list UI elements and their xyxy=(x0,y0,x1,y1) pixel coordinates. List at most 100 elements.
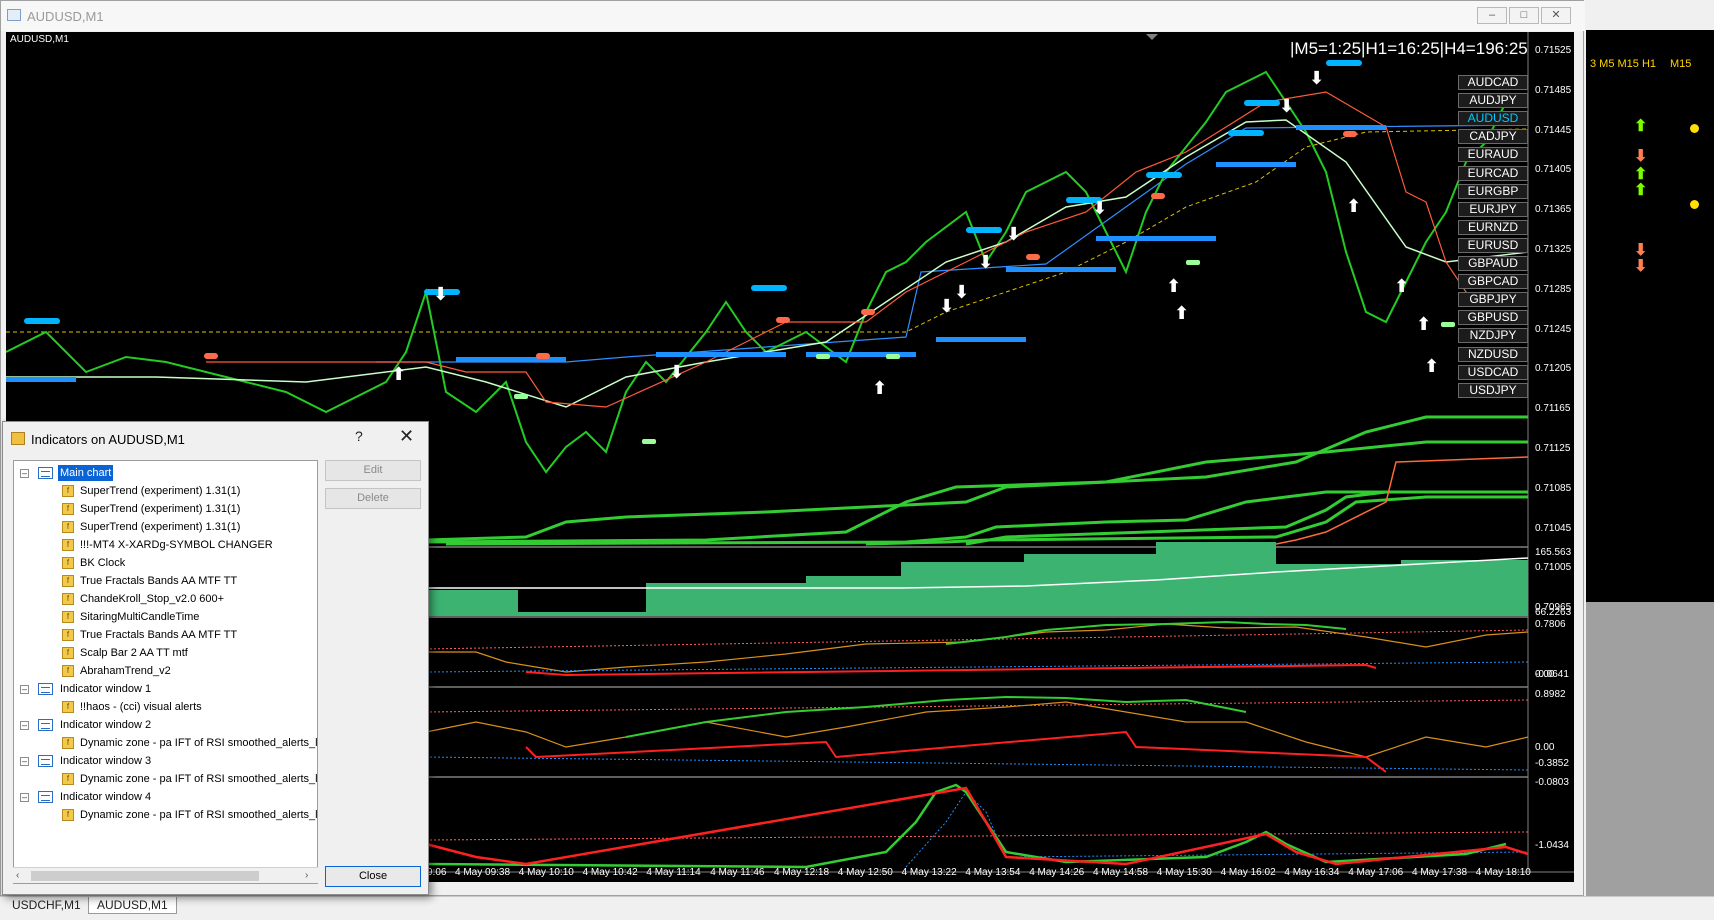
tree-node-label: BK Clock xyxy=(80,557,126,569)
tree-window-node[interactable]: – Indicator window 4 xyxy=(14,789,314,805)
indicator-icon: f xyxy=(62,701,74,713)
delete-button[interactable]: Delete xyxy=(325,488,421,509)
symbol-button-audusd[interactable]: AUDUSD xyxy=(1458,111,1528,127)
tree-node-label: Scalp Bar 2 AA TT mtf xyxy=(80,647,188,659)
symbol-button-euraud[interactable]: EURAUD xyxy=(1458,147,1528,163)
price-label: 0.71285 xyxy=(1535,283,1572,295)
symbol-button-eurnzd[interactable]: EURNZD xyxy=(1458,219,1528,235)
chart-shift-marker[interactable] xyxy=(1146,34,1158,40)
mtf-panel-header-right: M15 xyxy=(1670,58,1692,70)
symbol-button-nzdusd[interactable]: NZDUSD xyxy=(1458,346,1528,362)
ift-rsi-red xyxy=(525,663,1377,677)
tree-collapse-icon[interactable]: – xyxy=(20,793,29,802)
time-label: 4 May 13:54 xyxy=(965,867,1021,878)
symbol-button-nzdjpy[interactable]: NZDJPY xyxy=(1458,328,1528,344)
tree-collapse-icon[interactable]: – xyxy=(20,757,29,766)
window-title: AUDUSD,M1 xyxy=(27,9,104,24)
symbol-button-gbpaud[interactable]: GBPAUD xyxy=(1458,256,1528,271)
symbol-button-audjpy[interactable]: AUDJPY xyxy=(1458,93,1528,109)
scroll-left-icon[interactable]: ‹ xyxy=(16,870,19,881)
indicator-icon: f xyxy=(62,485,74,497)
dialog-close-icon[interactable]: ✕ xyxy=(399,426,414,447)
time-label: 4 May 17:06 xyxy=(1348,867,1404,878)
chart-window-icon xyxy=(38,791,53,803)
price-label: 0.71005 xyxy=(1535,562,1572,574)
tree-indicator-node[interactable]: f True Fractals Bands AA MTF TT xyxy=(14,573,314,589)
subwindow-scale-label: 66.2263 xyxy=(1535,607,1572,618)
tab-usdchf[interactable]: USDCHF,M1 xyxy=(4,897,89,914)
scroll-right-icon[interactable]: › xyxy=(305,870,308,881)
symbol-button-eurgbp[interactable]: EURGBP xyxy=(1458,183,1528,199)
tree-indicator-node[interactable]: f AbrahamTrend_v2 xyxy=(14,663,314,679)
minimize-button[interactable]: – xyxy=(1477,7,1507,24)
tree-window-node[interactable]: – Main chart xyxy=(14,465,314,481)
arrow-down-icon: ⬇ xyxy=(1634,258,1648,275)
tree-node-label: Dynamic zone - pa IFT of RSI smoothed_al… xyxy=(80,737,318,749)
indicators-dialog: Indicators on AUDUSD,M1 ? ✕ – Main chart f… xyxy=(2,421,429,895)
symbol-button-gbpjpy[interactable]: GBPJPY xyxy=(1458,292,1528,308)
tree-indicator-node[interactable]: f Dynamic zone - pa IFT of RSI smoothed_a… xyxy=(14,807,317,823)
edit-button[interactable]: Edit xyxy=(325,460,421,481)
close-button[interactable]: ✕ xyxy=(1541,7,1571,24)
chart-symbol-label: AUDUSD,M1 xyxy=(10,34,69,45)
symbol-button-gbpcad[interactable]: GBPCAD xyxy=(1458,274,1528,290)
svg-text:⬆: ⬆ xyxy=(1424,356,1439,377)
tree-window-node[interactable]: – Indicator window 2 xyxy=(14,717,314,733)
tree-indicator-node[interactable]: f SuperTrend (experiment) 1.31(1) xyxy=(14,483,314,499)
symbol-button-eurjpy[interactable]: EURJPY xyxy=(1458,201,1528,217)
tree-indicator-node[interactable]: f SuperTrend (experiment) 1.31(1) xyxy=(14,501,314,517)
tree-collapse-icon[interactable]: – xyxy=(20,721,29,730)
tree-horizontal-scrollbar[interactable]: ‹ › xyxy=(13,867,318,883)
indicator-icon: f xyxy=(62,593,74,605)
svg-text:⬇: ⬇ xyxy=(939,296,954,317)
close-dialog-button[interactable]: Close xyxy=(325,866,421,887)
tree-indicator-node[interactable]: f SitaringMultiCandleTime xyxy=(14,609,314,625)
symbol-button-usdcad[interactable]: USDCAD xyxy=(1458,364,1528,380)
signal-arrows: ⬆ ⬇ ⬇ ⬆ ⬇ ⬇ ⬇ ⬇ ⬇ ⬆ ⬆ ⬇ ⬇ ⬆ ⬆ ⬆ ⬆ xyxy=(391,68,1439,399)
tab-audusd[interactable]: AUDUSD,M1 xyxy=(88,897,177,914)
tree-indicator-node[interactable]: f !!!-MT4 X-XARDg-SYMBOL CHANGER xyxy=(14,537,314,553)
time-label: 4 May 10:42 xyxy=(582,867,638,878)
tree-indicator-node[interactable]: f Dynamic zone - pa IFT of RSI smoothed_a… xyxy=(14,735,317,751)
symbol-button-usdjpy[interactable]: USDJPY xyxy=(1458,382,1528,398)
symbol-button-gbpusd[interactable]: GBPUSD xyxy=(1458,310,1528,326)
tree-collapse-icon[interactable]: – xyxy=(20,685,29,694)
subwindow-scale-label: 0.8982 xyxy=(1535,689,1566,700)
indicator-icon: f xyxy=(62,503,74,515)
svg-text:⬆: ⬆ xyxy=(1166,276,1181,297)
tree-indicator-node[interactable]: f Scalp Bar 2 AA TT mtf xyxy=(14,645,314,661)
mtf-signal-panel xyxy=(1586,30,1714,602)
price-label: 0.71205 xyxy=(1535,363,1572,375)
svg-text:⬇: ⬇ xyxy=(669,362,684,383)
tree-indicator-node[interactable]: f Dynamic zone - pa IFT of RSI smoothed_a… xyxy=(14,771,317,787)
svg-text:⬆: ⬆ xyxy=(1346,196,1361,217)
tree-indicator-node[interactable]: f !!haos - (cci) visual alerts xyxy=(14,699,314,715)
time-label: 4 May 16:02 xyxy=(1220,867,1276,878)
svg-text:⬇: ⬇ xyxy=(433,284,448,305)
symbol-button-audcad[interactable]: AUDCAD xyxy=(1458,75,1528,90)
symbol-button-eurusd[interactable]: EURUSD xyxy=(1458,237,1528,253)
tree-indicator-node[interactable]: f ChandeKroll_Stop_v2.0 600+ xyxy=(14,591,314,607)
arrow-up-icon: ⬆ xyxy=(1634,118,1648,135)
tree-window-node[interactable]: – Indicator window 3 xyxy=(14,753,314,769)
svg-text:⬇: ⬇ xyxy=(1309,68,1324,89)
tree-collapse-icon[interactable]: – xyxy=(20,469,29,478)
svg-text:⬆: ⬆ xyxy=(872,378,887,399)
ift-rsi-main xyxy=(945,620,1347,645)
window-title-bar[interactable]: AUDUSD,M1 – □ ✕ xyxy=(1,1,1585,31)
price-label: 0.71485 xyxy=(1535,84,1572,96)
tree-indicator-node[interactable]: f True Fractals Bands AA MTF TT xyxy=(14,627,314,643)
tree-indicator-node[interactable]: f BK Clock xyxy=(14,555,314,571)
indicator-tree[interactable]: – Main chart f SuperTrend (experiment) 1.31… xyxy=(13,460,318,884)
symbol-button-cadjpy[interactable]: CADJPY xyxy=(1458,129,1528,145)
band-line xyxy=(425,415,1528,542)
fractal-dots-up xyxy=(514,260,1455,444)
help-button[interactable]: ? xyxy=(355,428,363,444)
indicator-icon: f xyxy=(62,809,74,821)
tree-indicator-node[interactable]: f SuperTrend (experiment) 1.31(1) xyxy=(14,519,314,535)
fractal-caps xyxy=(24,60,1362,324)
scrollbar-thumb[interactable] xyxy=(31,871,259,881)
maximize-button[interactable]: □ xyxy=(1509,7,1539,24)
symbol-button-eurcad[interactable]: EURCAD xyxy=(1458,165,1528,181)
tree-window-node[interactable]: – Indicator window 1 xyxy=(14,681,314,697)
